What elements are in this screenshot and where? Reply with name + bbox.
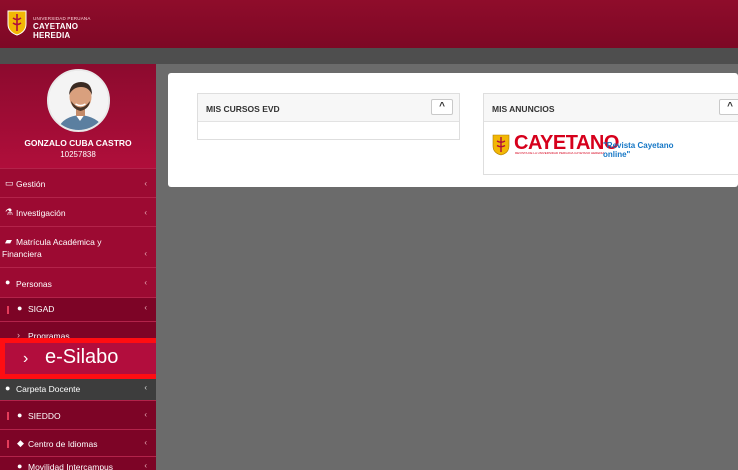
sidebar-item-label: SIEDDO xyxy=(28,411,61,421)
chevron-left-icon: ‹ xyxy=(144,410,147,419)
user-icon: ● xyxy=(17,410,23,420)
chevron-left-icon: ‹ xyxy=(144,438,147,447)
sidebar-item-personas[interactable]: ● Personas ‹ xyxy=(0,267,156,297)
chevron-left-icon: ‹ xyxy=(144,208,147,217)
university-label-small: UNIVERSIDAD PERUANA xyxy=(33,16,91,21)
panel-title: MIS ANUNCIOS xyxy=(492,104,555,114)
avatar[interactable] xyxy=(47,69,110,132)
sidebar-item-label-line2: Financiera xyxy=(2,249,42,259)
sidebar-item-label: Personas xyxy=(16,279,52,289)
user-icon: ● xyxy=(5,277,11,287)
sidebar-item-movilidad[interactable]: ● Movilidad Intercampus ‹ xyxy=(0,456,156,470)
sidebar-item-carpeta-docente[interactable]: ● Carpeta Docente ‹ xyxy=(0,376,156,400)
tree-marker xyxy=(7,412,9,420)
flask-icon: ⚗ xyxy=(5,207,14,217)
main-content: MIS CURSOS EVD ^ MIS ANUNCIOS ^ CAYETANO… xyxy=(156,64,738,470)
panel-mis-anuncios: MIS ANUNCIOS ^ CAYETANO REVISTA DE LA UN… xyxy=(483,93,738,175)
chevron-up-icon: ^ xyxy=(439,101,445,112)
chevron-left-icon: ‹ xyxy=(144,383,147,392)
chevron-left-icon: ‹ xyxy=(144,303,147,312)
user-icon: ● xyxy=(17,303,23,313)
user-code: 10257838 xyxy=(60,150,96,159)
user-icon: ● xyxy=(5,383,11,393)
chevron-left-icon: ‹ xyxy=(144,249,147,258)
chevron-left-icon: ‹ xyxy=(144,461,147,470)
university-label: CAYETANO HEREDIA xyxy=(33,22,79,40)
sidebar-item-label: SIGAD xyxy=(28,304,55,314)
chevron-left-icon: ‹ xyxy=(144,278,147,287)
sidebar-item-label: Centro de Idiomas xyxy=(28,439,98,449)
sidebar-item-gestion[interactable]: ▭ Gestión ‹ xyxy=(0,168,156,197)
chat-icon: ◆ xyxy=(17,438,24,448)
sidebar-item-label: Matrícula Académica y xyxy=(16,237,102,247)
panel-header: MIS ANUNCIOS ^ xyxy=(484,94,738,122)
university-shield-icon xyxy=(7,10,27,36)
tree-marker xyxy=(7,306,9,314)
revista-cayetano-link[interactable]: CAYETANO REVISTA DE LA UNIVERSIDAD PERUA… xyxy=(492,130,692,159)
panel-header: MIS CURSOS EVD ^ xyxy=(198,94,459,122)
university-shield-icon xyxy=(492,134,510,156)
panel-title: MIS CURSOS EVD xyxy=(206,104,280,114)
chevron-right-icon: › xyxy=(23,350,29,367)
sub-bar xyxy=(0,48,738,64)
user-icon: ● xyxy=(17,461,23,470)
chevron-left-icon: ‹ xyxy=(144,179,147,188)
chevron-up-icon: ^ xyxy=(727,101,733,112)
top-bar: UNIVERSIDAD PERUANA CAYETANO HEREDIA xyxy=(0,0,738,48)
sidebar: GONZALO CUBA CASTRO 10257838 ▭ Gestión ‹… xyxy=(0,64,156,470)
sidebar-item-centro-idiomas[interactable]: ◆ Centro de Idiomas ‹ xyxy=(0,429,156,456)
panel-mis-cursos: MIS CURSOS EVD ^ xyxy=(197,93,460,140)
revista-link-text[interactable]: "Revista Cayetano online" xyxy=(603,141,692,159)
sidebar-item-sigad[interactable]: ● SIGAD ‹ xyxy=(0,297,156,321)
sidebar-item-label: Investigación xyxy=(16,208,66,218)
user-photo xyxy=(49,71,108,130)
collapse-button[interactable]: ^ xyxy=(719,99,738,115)
user-name: GONZALO CUBA CASTRO xyxy=(24,138,132,148)
dashboard-card: MIS CURSOS EVD ^ MIS ANUNCIOS ^ CAYETANO… xyxy=(168,73,738,187)
tree-marker xyxy=(7,440,9,448)
sidebar-item-label: Gestión xyxy=(16,179,46,189)
sidebar-item-sieddo[interactable]: ● SIEDDO ‹ xyxy=(0,400,156,429)
laptop-icon: ▭ xyxy=(5,178,14,188)
esilabo-highlight[interactable]: › e-Silabo xyxy=(0,338,169,379)
sidebar-item-investigacion[interactable]: ⚗ Investigación ‹ xyxy=(0,197,156,226)
collapse-button[interactable]: ^ xyxy=(431,99,453,115)
sidebar-item-label: Carpeta Docente xyxy=(16,384,81,394)
sidebar-item-matricula[interactable]: ▰ Matrícula Académica y Financiera ‹ xyxy=(0,226,156,267)
university-logo[interactable]: UNIVERSIDAD PERUANA CAYETANO HEREDIA xyxy=(5,6,115,42)
esilabo-label: e-Silabo xyxy=(45,346,119,368)
book-icon: ▰ xyxy=(5,236,12,246)
user-profile: GONZALO CUBA CASTRO 10257838 xyxy=(0,64,156,168)
sidebar-item-label: Movilidad Intercampus xyxy=(28,462,114,470)
cayetano-brand-sub: REVISTA DE LA UNIVERSIDAD PERUANA CAYETA… xyxy=(515,151,605,155)
